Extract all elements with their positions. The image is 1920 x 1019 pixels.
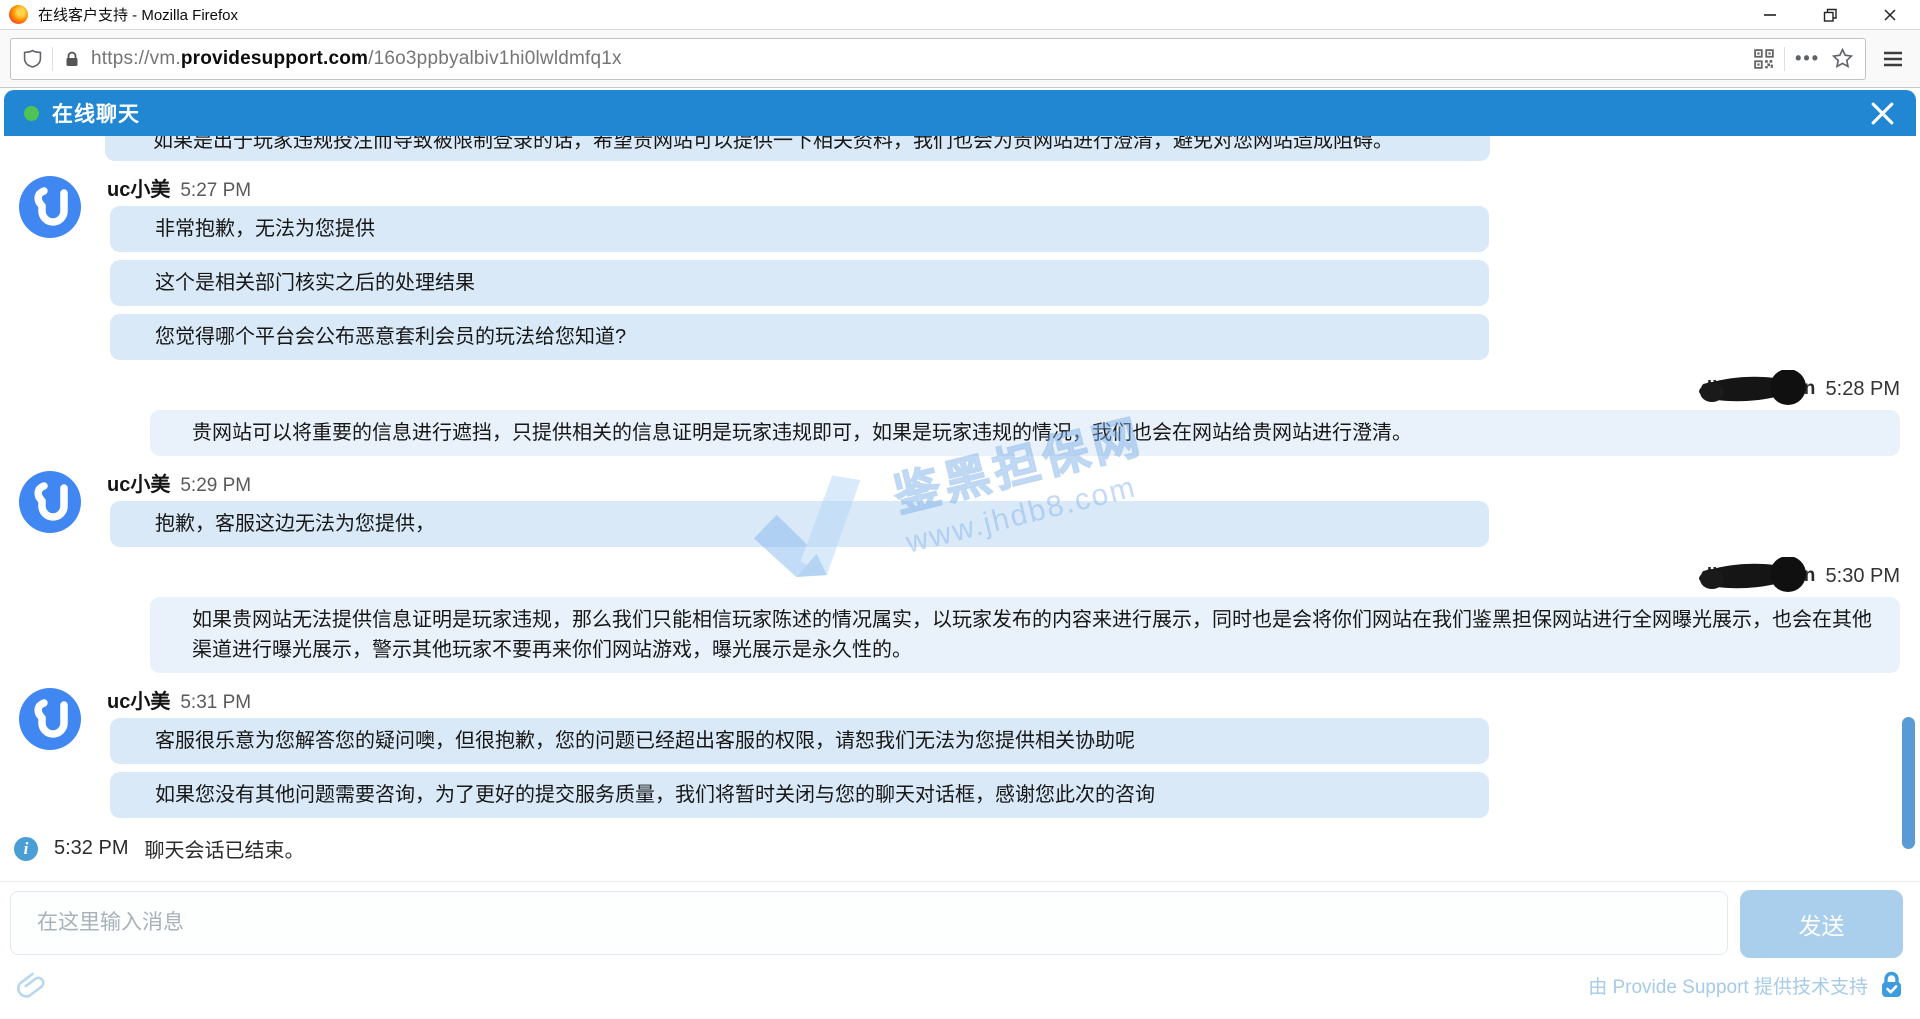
chat-header: 在线聊天 — [4, 90, 1916, 136]
redacted-name: dingl gan — [1698, 370, 1816, 408]
firefox-icon — [9, 5, 28, 24]
agent-avatar — [18, 470, 82, 534]
url-bar[interactable]: https://vm.providesupport.com/16o3ppbyal… — [10, 38, 1866, 80]
agent-message-group: uc小美 5:31 PM 客服很乐意为您解答您的疑问噢，但很抱歉，您的问题已经超… — [0, 685, 1900, 818]
message-bubble: 您觉得哪个平台会公布恶意套利会员的玩法给您知道? — [110, 314, 1489, 360]
message-input[interactable] — [10, 891, 1728, 955]
scrollbar-thumb[interactable] — [1902, 717, 1915, 849]
message-bubble: 非常抱歉，无法为您提供 — [110, 206, 1489, 252]
visitor-message-group: dingl gan 5:30 PM 如果贵网站无法提供信息证明是玩家违规，那么我… — [0, 561, 1900, 673]
message-time: 5:31 PM — [180, 692, 251, 714]
system-message-time: 5:32 PM — [54, 837, 128, 860]
urlbar-separator — [52, 47, 53, 71]
attach-file-button[interactable] — [16, 968, 48, 1007]
message-bubble: 如果您没有其他问题需要咨询，为了更好的提交服务质量，我们将暂时关闭与您的聊天对话… — [110, 772, 1489, 818]
send-button[interactable]: 发送 — [1740, 890, 1903, 958]
browser-toolbar: https://vm.providesupport.com/16o3ppbyal… — [0, 30, 1920, 88]
minimize-icon — [1761, 6, 1779, 24]
ink-scribble — [1698, 370, 1816, 408]
chat-input-area: 发送 由 Provide Support 提供技术支持 — [0, 881, 1920, 1019]
message-bubble: 如果贵网站无法提供信息证明是玩家违规，那么我们只能相信玩家陈述的情况属实，以玩家… — [150, 597, 1900, 673]
message-bubble: 客服很乐意为您解答您的疑问噢，但很抱歉，您的问题已经超出客服的权限，请恕我们无法… — [110, 718, 1489, 764]
message-list[interactable]: 如果是出于玩家违规投注而导致被限制登录的话，希望贵网站可以提供一下相关资料，我们… — [0, 136, 1900, 881]
secure-lock-badge — [1879, 971, 1904, 1004]
close-window-icon — [1881, 6, 1899, 24]
minimize-button[interactable] — [1740, 0, 1800, 29]
message-text: 如果是出于玩家违规投注而导致被限制登录的话，希望贵网站可以提供一下相关资料，我们… — [153, 136, 1393, 153]
message-time: 5:29 PM — [180, 475, 251, 497]
message-time: 5:28 PM — [1826, 378, 1900, 401]
online-status-dot — [24, 106, 39, 121]
window-titlebar: 在线客户支持 - Mozilla Firefox — [0, 0, 1920, 30]
url-scheme: https://vm. — [91, 48, 181, 69]
agent-avatar — [18, 687, 82, 751]
visitor-message-group: dingl gan 5:28 PM 贵网站可以将重要的信息进行遮挡，只提供相关的… — [0, 374, 1900, 456]
ink-scribble — [1698, 557, 1816, 595]
tracking-protection-shield-icon[interactable] — [23, 49, 42, 68]
agent-name: uc小美 — [107, 468, 170, 497]
bookmark-star-icon[interactable] — [1832, 48, 1853, 69]
qr-code-icon[interactable] — [1754, 49, 1774, 69]
url-domain: providesupport.com — [181, 48, 368, 69]
agent-avatar — [18, 175, 82, 239]
page-actions-icon[interactable]: ••• — [1795, 48, 1820, 69]
urlbar-separator-2 — [1784, 47, 1785, 71]
https-lock-icon[interactable] — [63, 50, 81, 68]
chat-close-icon — [1869, 100, 1896, 127]
restore-button[interactable] — [1800, 0, 1860, 29]
agent-name: uc小美 — [107, 173, 170, 202]
message-bubble: 抱歉，客服这边无法为您提供， — [110, 501, 1489, 547]
agent-message-group: uc小美 5:27 PM 非常抱歉，无法为您提供 这个是相关部门核实之后的处理结… — [0, 173, 1900, 360]
restore-icon — [1821, 6, 1839, 24]
message-time: 5:27 PM — [180, 180, 251, 202]
agent-name: uc小美 — [107, 685, 170, 714]
system-message: i 5:32 PM 聊天会话已结束。 — [14, 834, 1900, 863]
chat-close-button[interactable] — [1869, 100, 1896, 127]
redacted-name: dingl gan — [1698, 557, 1816, 595]
url-path: /16o3ppbyalbiv1hi0lwldmfq1x — [368, 48, 622, 69]
agent-message-group: uc小美 5:29 PM 抱歉，客服这边无法为您提供， — [0, 468, 1900, 547]
chat-widget: 在线聊天 如果是出于玩家违规投注而导致被限制登录的话，希望贵网站可以提供一下相关… — [0, 88, 1920, 1019]
window-controls — [1740, 0, 1920, 29]
system-message-text: 聊天会话已结束。 — [144, 834, 304, 863]
message-bubble-partial: 如果是出于玩家违规投注而导致被限制登录的话，希望贵网站可以提供一下相关资料，我们… — [105, 136, 1490, 161]
message-time: 5:30 PM — [1826, 565, 1900, 588]
info-icon: i — [14, 837, 38, 861]
window-title: 在线客户支持 - Mozilla Firefox — [38, 4, 238, 25]
chat-title: 在线聊天 — [52, 98, 140, 128]
paperclip-icon — [16, 968, 48, 1002]
powered-by-link[interactable]: 由 Provide Support 提供技术支持 — [1588, 972, 1868, 999]
lock-check-icon — [1879, 971, 1904, 999]
close-window-button[interactable] — [1860, 0, 1920, 29]
url-text[interactable]: https://vm.providesupport.com/16o3ppbyal… — [91, 48, 1754, 70]
menu-hamburger-icon[interactable] — [1876, 50, 1910, 68]
message-bubble: 贵网站可以将重要的信息进行遮挡，只提供相关的信息证明是玩家违规即可，如果是玩家违… — [150, 410, 1900, 456]
message-bubble: 这个是相关部门核实之后的处理结果 — [110, 260, 1489, 306]
